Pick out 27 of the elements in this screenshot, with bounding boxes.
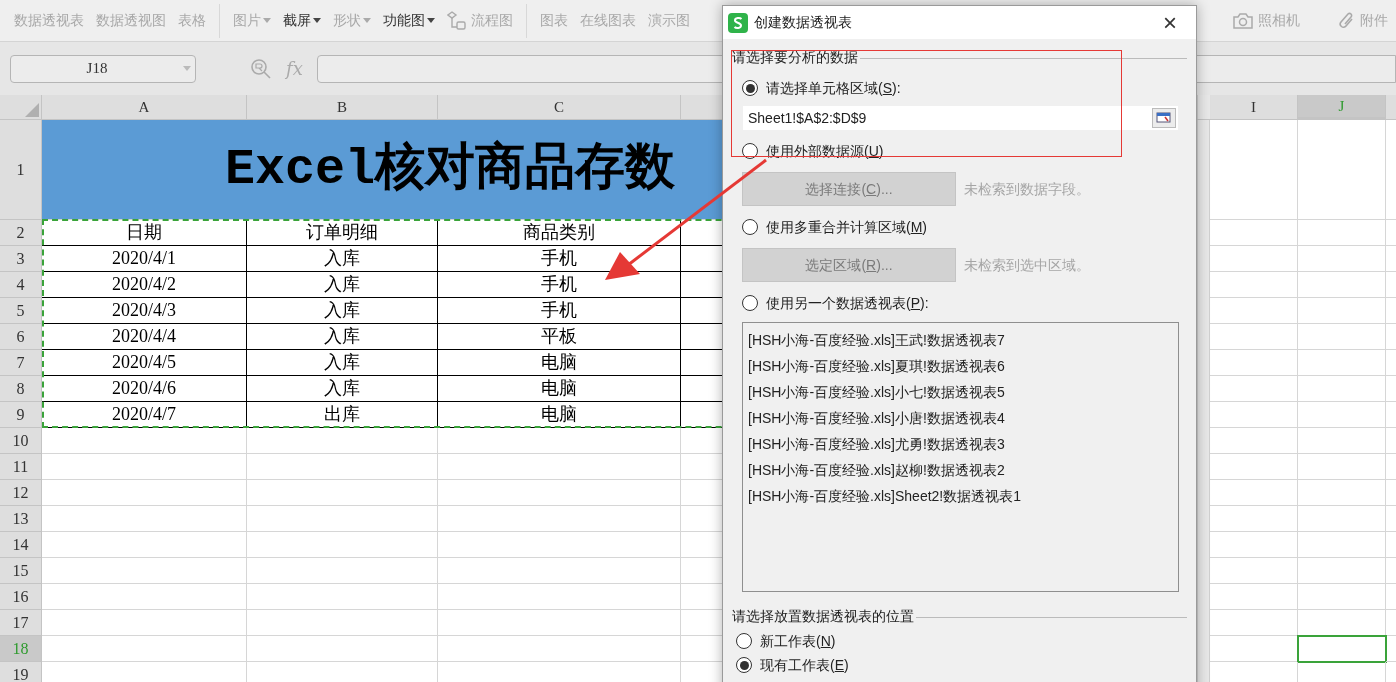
hint-text: 未检索到选中区域。 xyxy=(964,255,1090,275)
table-cell: 2020/4/2 xyxy=(42,272,247,298)
table-cell: 电脑 xyxy=(438,350,681,376)
table-cell: 2020/4/5 xyxy=(42,350,247,376)
table-cell: 入库 xyxy=(247,246,438,272)
table-cell: 2020/4/1 xyxy=(42,246,247,272)
table-cell: 订单明细 xyxy=(247,220,438,246)
table-cell: 日期 xyxy=(42,220,247,246)
table-cell: 出库 xyxy=(247,402,438,428)
table-cell: 入库 xyxy=(247,272,438,298)
table-cell: 入库 xyxy=(247,298,438,324)
table-cell: 商品类别 xyxy=(438,220,681,246)
table-cell: 2020/4/7 xyxy=(42,402,247,428)
table-cell: 入库 xyxy=(247,324,438,350)
table-cell: 平板 xyxy=(438,324,681,350)
table-cell: 入库 xyxy=(247,350,438,376)
table-cell: 电脑 xyxy=(438,402,681,428)
dialog-title: 创建数据透视表 xyxy=(754,13,852,32)
table-cell: 电脑 xyxy=(438,376,681,402)
table-cell: 入库 xyxy=(247,376,438,402)
table-cell: 2020/4/4 xyxy=(42,324,247,350)
table-cell: 手机 xyxy=(438,298,681,324)
hint-text: 未检索到数据字段。 xyxy=(964,179,1090,199)
table-cell: 2020/4/6 xyxy=(42,376,247,402)
section-label: 请选择要分析的数据 xyxy=(732,48,858,67)
section-label: 请选择放置数据透视表的位置 xyxy=(732,607,914,626)
table-cell: 2020/4/3 xyxy=(42,298,247,324)
